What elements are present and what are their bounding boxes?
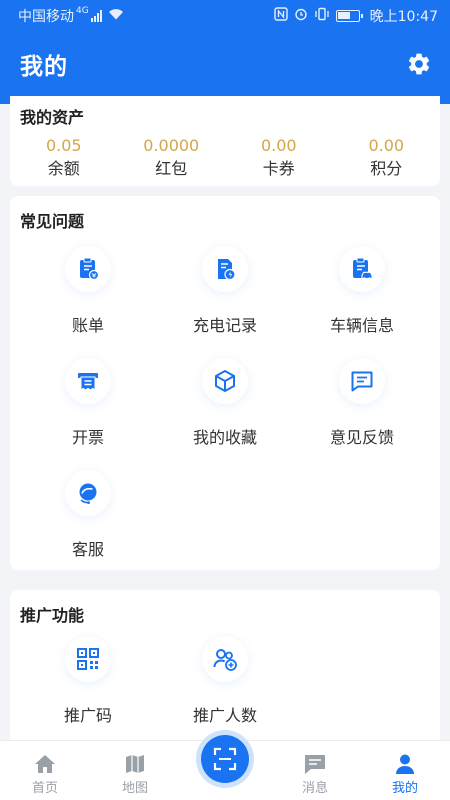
promo-label: 推广码 <box>63 706 112 725</box>
faq-item-customer-service[interactable]: 客服 <box>18 470 158 570</box>
feedback-icon <box>339 358 385 404</box>
tab-home[interactable]: 首页 <box>0 741 90 800</box>
user-icon <box>396 754 414 774</box>
asset-value: 0.0000 <box>143 136 200 155</box>
promo-item-qr-code[interactable]: 推广码 <box>18 636 158 736</box>
faq-item-vehicle[interactable]: 车辆信息 <box>292 246 432 346</box>
charging-record-icon <box>202 246 248 292</box>
faq-item-favorites[interactable]: 我的收藏 <box>155 358 295 458</box>
status-left: 中国移动 4G <box>18 6 124 26</box>
status-bar: 中国移动 4G 晚上10:47 <box>0 0 450 32</box>
asset-value: 0.05 <box>45 136 82 155</box>
map-icon <box>126 755 144 773</box>
carrier-label: 中国移动 <box>18 9 74 25</box>
asset-label: 红包 <box>155 159 188 178</box>
scan-button[interactable] <box>196 730 254 788</box>
tab-label: 我的 <box>391 781 418 796</box>
nfc-icon <box>273 7 288 25</box>
assets-row: 0.05 余额 0.0000 红包 0.00 卡券 0.00 积分 <box>10 136 440 180</box>
faq-label: 账单 <box>71 316 104 335</box>
faq-item-charging-record[interactable]: 充电记录 <box>155 246 295 346</box>
vibrate-icon <box>314 7 330 25</box>
promo-item-referrals[interactable]: 推广人数 <box>155 636 295 736</box>
asset-points[interactable]: 0.00 积分 <box>333 136 441 180</box>
asset-label: 积分 <box>370 159 403 178</box>
faq-label: 我的收藏 <box>192 428 257 447</box>
page-title: 我的 <box>20 54 68 80</box>
scan-icon <box>213 747 237 771</box>
faq-label: 开票 <box>71 428 104 447</box>
scan-button-inner <box>201 735 249 783</box>
box-icon <box>202 358 248 404</box>
promo-label: 推广人数 <box>192 706 257 725</box>
promo-title: 推广功能 <box>20 606 85 625</box>
add-user-icon <box>202 636 248 682</box>
tab-mine[interactable]: 我的 <box>360 741 450 800</box>
asset-coupon[interactable]: 0.00 卡券 <box>225 136 333 180</box>
invoice-icon <box>65 358 111 404</box>
vehicle-icon <box>339 246 385 292</box>
tab-messages[interactable]: 消息 <box>270 741 360 800</box>
status-right: 晚上10:47 <box>273 6 438 26</box>
faq-label: 意见反馈 <box>329 428 394 447</box>
qr-code-icon <box>65 636 111 682</box>
settings-button[interactable] <box>404 49 434 79</box>
faq-item-bill[interactable]: 账单 <box>18 246 158 346</box>
asset-balance[interactable]: 0.05 余额 <box>10 136 118 180</box>
faq-item-feedback[interactable]: 意见反馈 <box>292 358 432 458</box>
alarm-icon <box>294 7 308 25</box>
asset-red-packet[interactable]: 0.0000 红包 <box>118 136 226 180</box>
asset-label: 卡券 <box>262 159 295 178</box>
top-bar: 中国移动 4G 晚上10:47 我的 <box>0 0 450 104</box>
network-label: 4G <box>76 6 89 16</box>
tab-label: 首页 <box>31 781 58 796</box>
customer-service-icon <box>65 470 111 516</box>
faq-label: 充电记录 <box>192 316 257 335</box>
clock-label: 晚上10:47 <box>369 9 438 25</box>
tab-label: 地图 <box>121 781 148 796</box>
page-header: 我的 <box>0 32 450 96</box>
tab-map[interactable]: 地图 <box>90 741 180 800</box>
promo-card: 推广功能 推广码 推广人数 <box>10 590 440 740</box>
faq-card: 常见问题 账单 充电记录 车辆信息 开票 我的收藏 意见反馈 客服 <box>10 196 440 570</box>
message-icon <box>305 755 325 774</box>
asset-value: 0.00 <box>260 136 297 155</box>
assets-card: 我的资产 0.05 余额 0.0000 红包 0.00 卡券 0.00 积分 <box>10 96 440 186</box>
tab-label: 消息 <box>301 781 328 796</box>
signal-icon <box>90 10 102 22</box>
wifi-icon <box>108 8 124 24</box>
bill-icon <box>65 246 111 292</box>
home-icon <box>35 755 55 773</box>
assets-title: 我的资产 <box>20 108 85 127</box>
asset-value: 0.00 <box>368 136 405 155</box>
gear-icon <box>408 53 430 75</box>
battery-icon <box>335 10 363 22</box>
faq-label: 客服 <box>71 540 104 559</box>
faq-label: 车辆信息 <box>329 316 394 335</box>
faq-item-invoice[interactable]: 开票 <box>18 358 158 458</box>
asset-label: 余额 <box>47 159 80 178</box>
faq-title: 常见问题 <box>20 212 85 231</box>
